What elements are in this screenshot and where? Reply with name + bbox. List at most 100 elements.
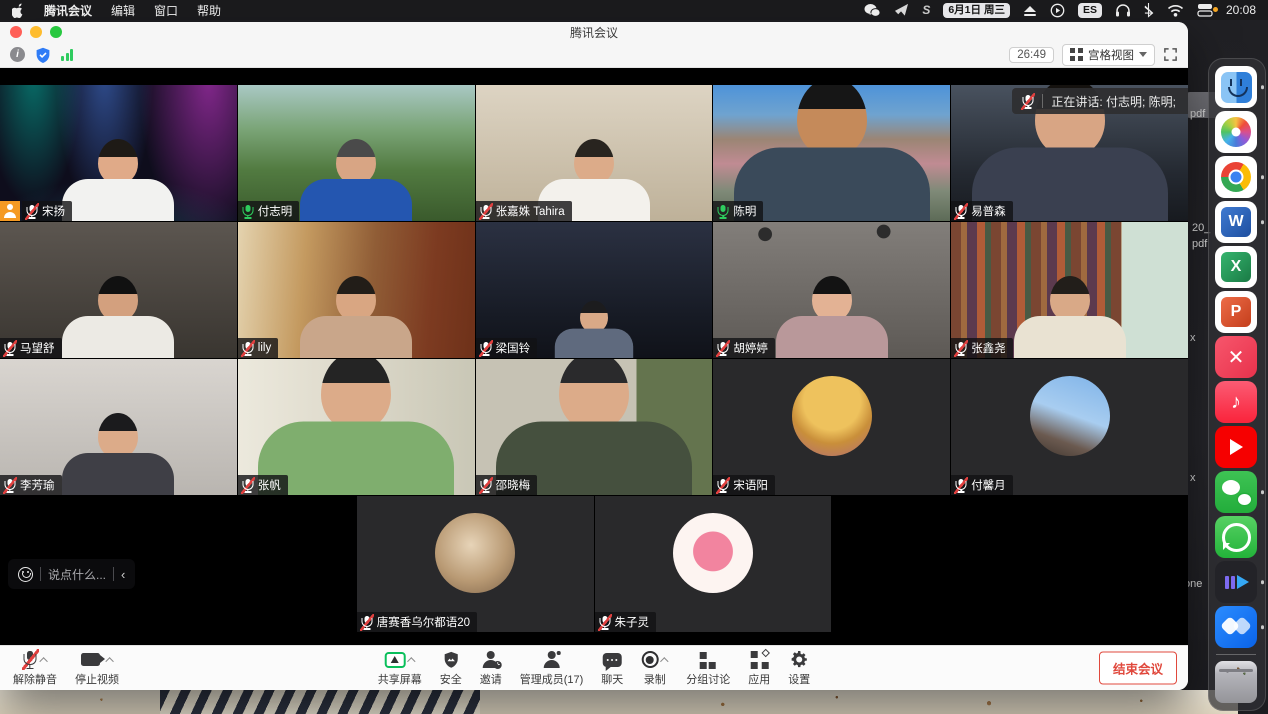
chevron-up-icon[interactable] [407, 657, 415, 665]
video-tile[interactable]: 马望舒 [0, 222, 237, 358]
video-tile[interactable]: 张帆 [238, 359, 475, 495]
dock-icon-video-player[interactable] [1215, 561, 1257, 603]
video-tile[interactable]: 陈明 [713, 85, 950, 221]
emoji-icon[interactable] [18, 567, 33, 582]
menu-help[interactable]: 帮助 [197, 2, 221, 19]
mic-muted-icon [955, 478, 967, 493]
eject-icon[interactable] [1023, 4, 1037, 17]
dock-icon-whatsapp[interactable] [1215, 516, 1257, 558]
participant-name-label: 邵晓梅 [476, 475, 538, 495]
dock-icon-xmind[interactable]: ✕ [1215, 336, 1257, 378]
mic-muted-icon [480, 478, 492, 493]
meeting-info-icon[interactable]: i [10, 47, 25, 62]
mic-muted-icon [955, 341, 967, 356]
input-source-badge[interactable]: ES [1078, 3, 1102, 18]
breakout-rooms-button[interactable]: 分组讨论 [679, 647, 737, 690]
play-circle-icon[interactable] [1050, 3, 1065, 18]
chevron-up-icon[interactable] [105, 657, 113, 665]
chevron-up-icon[interactable] [660, 657, 668, 665]
participant-name-label: 朱子灵 [595, 612, 657, 632]
dock-icon-youtube[interactable] [1215, 426, 1257, 468]
dock-icon-finder[interactable] [1215, 66, 1257, 108]
mic-muted-icon [23, 650, 38, 669]
unmute-button[interactable]: 解除静音 [6, 647, 64, 690]
s-logo-status-icon[interactable]: S [922, 3, 930, 17]
tencent-meeting-window: 腾讯会议 i 26:49 宫格视图 [0, 22, 1188, 690]
share-screen-icon [384, 652, 405, 668]
fullscreen-button[interactable] [1163, 47, 1178, 62]
chat-button[interactable]: 聊天 [594, 647, 630, 690]
mic-muted-icon [361, 615, 373, 630]
quick-chat-bar[interactable]: 说点什么... ‹ [8, 559, 135, 589]
video-tile[interactable]: 胡婷婷 [713, 222, 950, 358]
menu-date-badge[interactable]: 6月1日 周三 [943, 3, 1010, 18]
dock-icon-chrome[interactable] [1215, 156, 1257, 198]
share-screen-button[interactable]: 共享屏幕 [371, 647, 429, 690]
view-mode-selector[interactable]: 宫格视图 [1062, 44, 1155, 66]
participant-name-label: 张帆 [238, 475, 288, 495]
settings-button[interactable]: 设置 [781, 647, 817, 690]
video-tile[interactable]: 张嘉姝 Tahira [476, 85, 713, 221]
camera-icon [81, 653, 100, 666]
network-signal-icon[interactable] [61, 49, 73, 61]
video-tile[interactable]: 李芳瑜 [0, 359, 237, 495]
dock-icon-excel[interactable]: X [1215, 246, 1257, 288]
meeting-toolbar: 解除静音 停止视频 共享屏幕 安全 + 邀请 [0, 645, 1188, 690]
video-tile[interactable]: lily [238, 222, 475, 358]
video-tile-camera-off[interactable]: 唐赛香乌尔都语20 [357, 496, 594, 632]
manage-members-button[interactable]: 管理成员(17) [513, 647, 591, 690]
participant-figure [296, 139, 416, 221]
apps-button[interactable]: 应用 [741, 647, 777, 690]
video-tile[interactable]: 梁国铃 [476, 222, 713, 358]
desktop-file-fragment: pdf [1192, 238, 1207, 250]
record-button[interactable]: 录制 [634, 647, 675, 690]
window-titlebar[interactable]: 腾讯会议 [0, 22, 1188, 42]
participant-name-label: 张鑫尧 [951, 338, 1013, 358]
video-tile[interactable]: 邵晓梅 [476, 359, 713, 495]
end-meeting-button[interactable]: 结束会议 [1099, 652, 1177, 685]
wifi-icon[interactable] [1167, 4, 1184, 17]
dock-icon-word[interactable]: W [1215, 201, 1257, 243]
apple-logo-icon[interactable] [12, 3, 25, 18]
chevron-down-icon [1139, 52, 1147, 57]
dock-icon-trash[interactable] [1215, 661, 1257, 703]
protection-shield-icon[interactable] [35, 47, 51, 63]
video-tile[interactable]: 张鑫尧 [951, 222, 1188, 358]
dock-icon-photos[interactable] [1215, 111, 1257, 153]
menu-app-name[interactable]: 腾讯会议 [44, 2, 92, 19]
video-tile[interactable]: 付志明 [238, 85, 475, 221]
participant-name-label: 付馨月 [951, 475, 1013, 495]
dock-icon-tencent-meeting[interactable] [1215, 606, 1257, 648]
breakout-icon [699, 651, 718, 669]
participant-name-label: 唐赛香乌尔都语20 [357, 612, 477, 632]
window-title: 腾讯会议 [0, 24, 1188, 41]
stack-status-icon[interactable] [1197, 3, 1213, 17]
menu-edit[interactable]: 编辑 [111, 2, 135, 19]
headphones-icon[interactable] [1115, 3, 1131, 17]
dock-icon-powerpoint[interactable]: P [1215, 291, 1257, 333]
menu-window[interactable]: 窗口 [154, 2, 178, 19]
security-button[interactable]: 安全 [433, 647, 469, 690]
video-tile-camera-off[interactable]: 朱子灵 [595, 496, 832, 632]
video-tile-camera-off[interactable]: 宋语阳 [713, 359, 950, 495]
mic-muted-icon [242, 341, 254, 356]
dock-icon-wechat[interactable] [1215, 471, 1257, 513]
participant-name-label: 易普森 [951, 201, 1013, 221]
wechat-status-icon[interactable] [864, 3, 881, 18]
bluetooth-icon[interactable] [1144, 3, 1154, 18]
collapse-chevron-icon[interactable]: ‹ [121, 567, 125, 582]
avatar [673, 513, 753, 593]
members-person-icon [543, 651, 561, 668]
mic-active-icon [717, 204, 729, 219]
video-tile[interactable]: 宋扬 [0, 85, 237, 221]
dock-icon-music[interactable]: ♪ [1215, 381, 1257, 423]
invite-button[interactable]: + 邀请 [473, 647, 509, 690]
chevron-up-icon[interactable] [39, 657, 47, 665]
stop-video-button[interactable]: 停止视频 [68, 647, 126, 690]
host-badge-icon [0, 201, 20, 221]
mic-muted-icon [1022, 94, 1034, 109]
send-status-icon[interactable] [894, 3, 909, 17]
chat-input-placeholder[interactable]: 说点什么... [48, 566, 106, 583]
video-tile-camera-off[interactable]: 付馨月 [951, 359, 1188, 495]
mic-muted-icon [955, 204, 967, 219]
